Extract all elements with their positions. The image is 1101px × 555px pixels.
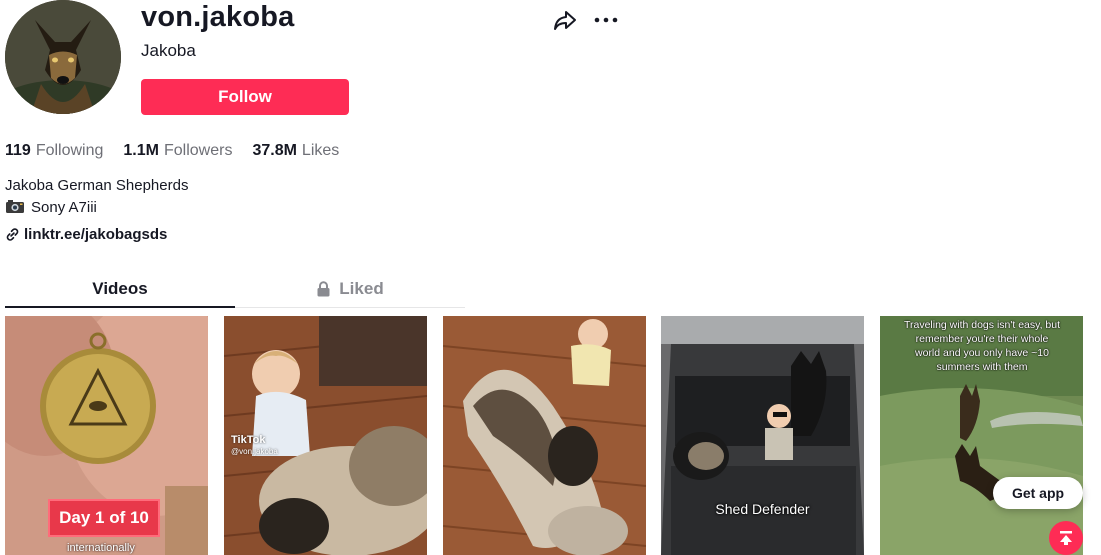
- profile-username: von.jakoba: [141, 1, 295, 33]
- video-card[interactable]: Day 1 of 10 internationally: [5, 316, 208, 555]
- bio-link-text: linktr.ee/jakobagsds: [24, 226, 168, 243]
- video-overlay-text: Traveling with dogs isn't easy, but reme…: [903, 319, 1061, 373]
- stat-label: Following: [35, 142, 104, 159]
- profile-stats: 119 Following 1.1M Followers 37.8M Likes: [5, 142, 339, 160]
- tab-liked[interactable]: Liked: [235, 270, 465, 307]
- stat-value: 119: [5, 142, 31, 159]
- watermark-brand: TikTok: [231, 434, 266, 446]
- stat-value: 37.8M: [252, 142, 297, 159]
- video-grid: Day 1 of 10 internationally TikTok @von.…: [5, 316, 1101, 555]
- stat-value: 1.1M: [123, 142, 159, 159]
- scroll-top-button[interactable]: [1049, 521, 1083, 555]
- link-icon: [6, 228, 19, 241]
- tab-label: Videos: [92, 278, 148, 298]
- more-icon[interactable]: [593, 8, 619, 32]
- share-icon[interactable]: [553, 8, 577, 32]
- video-caption: internationally: [67, 542, 135, 554]
- stat-label: Followers: [163, 142, 233, 159]
- avatar-dog-image: [5, 0, 121, 114]
- bio-link[interactable]: linktr.ee/jakobagsds: [5, 226, 167, 243]
- video-overlay-badge: Day 1 of 10: [48, 499, 160, 537]
- watermark-handle: @von.jakoba: [231, 447, 278, 456]
- stat-label: Likes: [301, 142, 340, 159]
- video-card[interactable]: Shed Defender: [661, 316, 864, 555]
- get-app-button[interactable]: Get app: [993, 477, 1083, 509]
- stat-following[interactable]: 119 Following: [5, 142, 103, 160]
- arrow-up-icon: [1060, 531, 1072, 545]
- tiktok-watermark: TikTok @von.jakoba: [231, 434, 278, 458]
- tab-label: Liked: [339, 278, 384, 298]
- stat-followers[interactable]: 1.1M Followers: [123, 142, 232, 160]
- video-card[interactable]: TikTok @von.jakoba: [224, 316, 427, 555]
- bio-camera-text: Sony A7iii: [31, 199, 97, 216]
- camera-icon: [6, 200, 24, 213]
- video-thumbnail: [661, 316, 864, 555]
- avatar[interactable]: [5, 0, 121, 114]
- video-card[interactable]: [443, 316, 646, 555]
- tab-videos[interactable]: Videos: [5, 270, 235, 308]
- profile-tabs: Videos Liked: [5, 270, 465, 308]
- lock-icon: [317, 280, 330, 296]
- profile-bio: Jakoba German Shepherds Sony A7iii: [5, 175, 188, 219]
- stat-likes: 37.8M Likes: [252, 142, 339, 160]
- bio-line-camera: Sony A7iii: [5, 197, 188, 219]
- follow-button[interactable]: Follow: [141, 79, 349, 115]
- video-caption: Shed Defender: [715, 501, 810, 517]
- video-thumbnail: [443, 316, 646, 555]
- bio-line: Jakoba German Shepherds: [5, 177, 189, 194]
- profile-nickname: Jakoba: [141, 41, 196, 60]
- video-card[interactable]: Traveling with dogs isn't easy, but reme…: [880, 316, 1083, 555]
